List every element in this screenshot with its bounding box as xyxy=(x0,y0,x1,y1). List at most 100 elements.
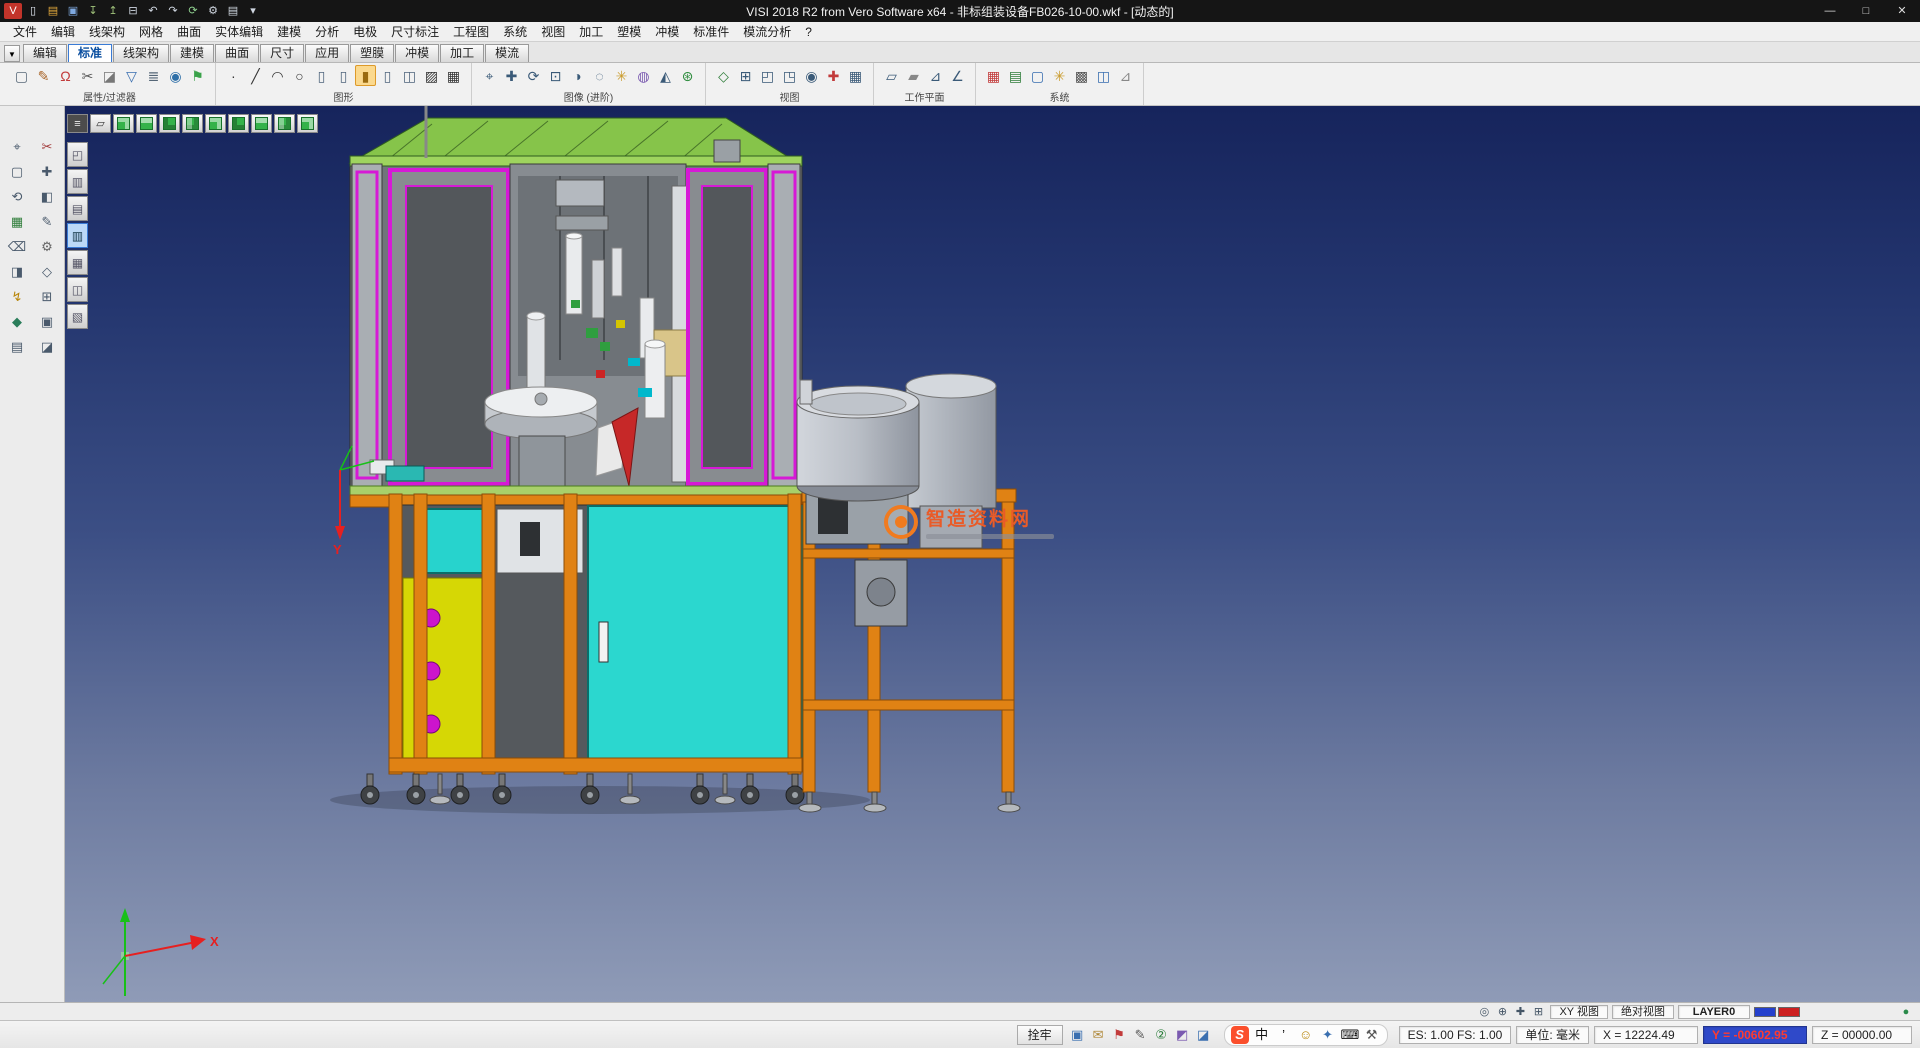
visi-logo-icon[interactable]: V xyxy=(4,3,22,19)
viewport-menu-icon[interactable]: ≡ xyxy=(67,114,88,133)
menu-item[interactable]: 电极 xyxy=(346,23,384,40)
mask-icon[interactable]: ◨ xyxy=(4,261,30,283)
tab-10[interactable]: 模流 xyxy=(485,44,529,62)
sogou-logo-icon[interactable]: S xyxy=(1231,1026,1249,1044)
view-cube-bottom-icon[interactable] xyxy=(251,114,272,133)
menu-item[interactable]: 尺寸标注 xyxy=(384,23,446,40)
magnet-filter-icon[interactable]: Ω xyxy=(55,65,76,86)
circle-icon[interactable]: ○ xyxy=(289,65,310,86)
print-icon[interactable]: ⊟ xyxy=(124,3,142,19)
import-icon[interactable]: ↧ xyxy=(84,3,102,19)
cut-icon[interactable]: ✂ xyxy=(77,65,98,86)
refresh-icon[interactable]: ⟳ xyxy=(184,3,202,19)
filter-icon[interactable]: ▽ xyxy=(121,65,142,86)
iso-view-icon[interactable]: ◇ xyxy=(713,65,734,86)
shaded-display-icon[interactable]: ▮ xyxy=(355,65,376,86)
menu-item[interactable]: 实体编辑 xyxy=(208,23,270,40)
bolt-icon[interactable]: ↯ xyxy=(4,286,30,308)
tab-overflow-button[interactable]: ▼ xyxy=(4,45,20,62)
tab-5[interactable]: 尺寸 xyxy=(260,44,304,62)
zoom-window-icon[interactable]: ⊡ xyxy=(545,65,566,86)
pan-icon[interactable]: ✚ xyxy=(501,65,522,86)
menu-item[interactable]: ? xyxy=(798,25,819,39)
color-swatch[interactable] xyxy=(1754,1007,1776,1017)
tab-6[interactable]: 应用 xyxy=(305,44,349,62)
display-filter-6-icon[interactable]: ◫ xyxy=(67,277,88,302)
ucs-indicator-icon[interactable]: ● xyxy=(1898,1005,1914,1019)
ime-language-icon[interactable]: 中 xyxy=(1253,1026,1271,1044)
palette-tray-icon[interactable]: ◩ xyxy=(1173,1026,1192,1044)
ime-toolbox-icon[interactable]: ⚒ xyxy=(1363,1026,1381,1044)
layers-panel-icon[interactable]: ▤ xyxy=(4,336,30,358)
delete-icon[interactable]: ⌫ xyxy=(4,236,30,258)
system-config-icon[interactable]: ✳ xyxy=(1049,65,1070,86)
display-filter-4-icon[interactable]: ▥ xyxy=(67,223,88,248)
eraser-filter-icon[interactable]: ◪ xyxy=(99,65,120,86)
system-table-icon[interactable]: ▩ xyxy=(1071,65,1092,86)
qat-dropdown-icon[interactable]: ▾ xyxy=(244,3,262,19)
ime-emoji-icon[interactable]: ☺ xyxy=(1297,1026,1315,1044)
top-view-icon[interactable]: ⊞ xyxy=(735,65,756,86)
wireframe-view-icon[interactable]: ◌ xyxy=(589,65,610,86)
copy-graphic-icon[interactable]: ◫ xyxy=(399,65,420,86)
menu-item[interactable]: 曲面 xyxy=(170,23,208,40)
minimize-button[interactable]: — xyxy=(1812,0,1848,22)
snap-point-icon[interactable]: ⌖ xyxy=(4,136,30,158)
profile-2-icon[interactable]: ▯ xyxy=(333,65,354,86)
menu-item[interactable]: 建模 xyxy=(270,23,308,40)
ime-punct-icon[interactable]: ’ xyxy=(1275,1026,1293,1044)
light-icon[interactable]: ✳ xyxy=(611,65,632,86)
menu-item[interactable]: 工程图 xyxy=(446,23,496,40)
view-cube-left-icon[interactable] xyxy=(182,114,203,133)
layers-title-icon[interactable]: ▤ xyxy=(224,3,242,19)
export-icon[interactable]: ↥ xyxy=(104,3,122,19)
lock-button[interactable]: 拴牢 xyxy=(1017,1025,1063,1045)
grid-status-icon[interactable]: ⊞ xyxy=(1530,1005,1546,1019)
menu-item[interactable]: 标准件 xyxy=(686,23,736,40)
settings-icon[interactable]: ⚙ xyxy=(204,3,222,19)
profile-1-icon[interactable]: ▯ xyxy=(311,65,332,86)
annotate-icon[interactable]: ✎ xyxy=(1131,1026,1150,1044)
trim-icon[interactable]: ✂ xyxy=(34,136,60,158)
tab-8[interactable]: 冲模 xyxy=(395,44,439,62)
system-ruler-icon[interactable]: ⊿ xyxy=(1115,65,1136,86)
grid-view-icon[interactable]: ▦ xyxy=(845,65,866,86)
eraser-panel-icon[interactable]: ◪ xyxy=(34,336,60,358)
tab-3[interactable]: 建模 xyxy=(170,44,214,62)
open-file-icon[interactable]: ▤ xyxy=(44,3,62,19)
rotate-view-icon[interactable]: ⟳ xyxy=(523,65,544,86)
workplane-tri-icon[interactable]: ⊿ xyxy=(925,65,946,86)
ime-keyboard-icon[interactable]: ⌨ xyxy=(1341,1026,1359,1044)
profile-3-icon[interactable]: ▯ xyxy=(377,65,398,86)
view-name-field[interactable]: XY 视图 xyxy=(1550,1005,1608,1019)
menu-item[interactable]: 线架构 xyxy=(82,23,132,40)
menu-item[interactable]: 分析 xyxy=(308,23,346,40)
menu-item[interactable]: 网格 xyxy=(132,23,170,40)
view-cube-iso-icon[interactable] xyxy=(113,114,134,133)
menu-item[interactable]: 视图 xyxy=(534,23,572,40)
display-filter-2-icon[interactable]: ▥ xyxy=(67,169,88,194)
grid-graphic-icon[interactable]: ▦ xyxy=(443,65,464,86)
grid-add-icon[interactable]: ⊞ xyxy=(34,286,60,308)
workplane-shaded-icon[interactable]: ▰ xyxy=(903,65,924,86)
system-monitor-icon[interactable]: ◫ xyxy=(1093,65,1114,86)
tab-9[interactable]: 加工 xyxy=(440,44,484,62)
layer-field[interactable]: LAYER0 xyxy=(1678,1005,1750,1019)
absolute-view-field[interactable]: 绝对视图 xyxy=(1612,1005,1674,1019)
arc-icon[interactable]: ◠ xyxy=(267,65,288,86)
render-check-icon[interactable]: ⊛ xyxy=(677,65,698,86)
layer-list-icon[interactable]: ≣ xyxy=(143,65,164,86)
properties-brush-icon[interactable]: ✎ xyxy=(33,65,54,86)
undo-icon[interactable]: ↶ xyxy=(144,3,162,19)
display-filter-1-icon[interactable]: ◰ xyxy=(67,142,88,167)
tab-2[interactable]: 线架构 xyxy=(113,44,169,62)
view-plane-icon[interactable]: ▱ xyxy=(90,114,111,133)
viewport-3d[interactable]: Y X ≡▱ ◰▥▤▥▦◫▧ xyxy=(65,106,1920,1002)
visibility-icon[interactable]: ◉ xyxy=(165,65,186,86)
view-cube-top-icon[interactable] xyxy=(136,114,157,133)
origin-snap-icon[interactable]: ◎ xyxy=(1476,1005,1492,1019)
display-filter-5-icon[interactable]: ▦ xyxy=(67,250,88,275)
flag-icon[interactable]: ⚑ xyxy=(1110,1026,1129,1044)
hatch-icon[interactable]: ▨ xyxy=(421,65,442,86)
redo-icon[interactable]: ↷ xyxy=(164,3,182,19)
